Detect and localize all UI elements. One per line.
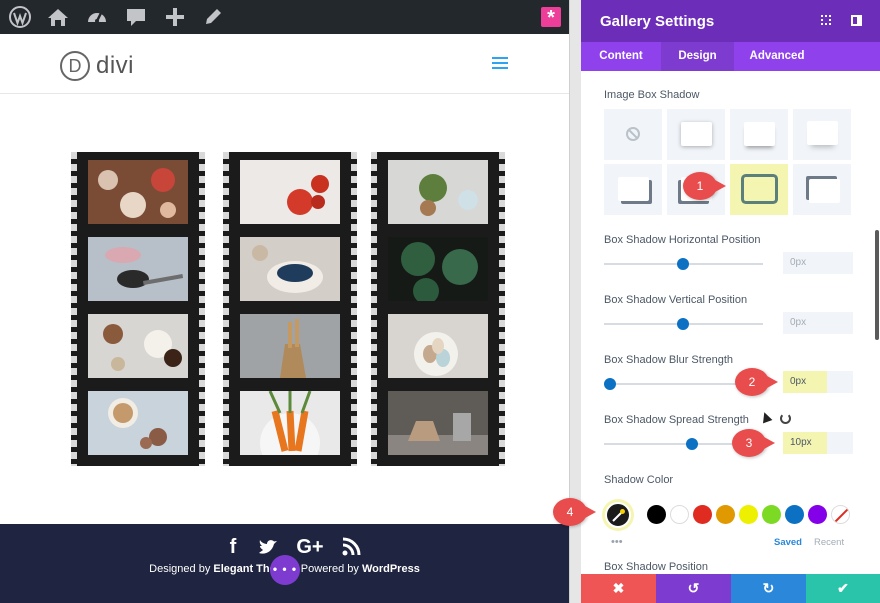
vertical-position-slider[interactable]: [604, 318, 763, 330]
gallery-image[interactable]: [240, 160, 340, 224]
swatch-purple[interactable]: [808, 505, 827, 524]
panel-title: Gallery Settings: [600, 13, 715, 30]
step-marker-3: 3: [732, 429, 775, 457]
panel-action-bar: ✖ ↺ ↻ ✔: [581, 574, 880, 603]
site-header: D divi: [0, 34, 569, 94]
horizontal-position-label: Box Shadow Horizontal Position: [604, 234, 761, 246]
vertical-position-input[interactable]: 0px: [783, 312, 853, 334]
swatch-transparent-icon[interactable]: [831, 505, 850, 524]
horizontal-position-input[interactable]: 0px: [783, 252, 853, 274]
shadow-preset-none[interactable]: [604, 109, 662, 160]
gallery-column-2: [223, 152, 357, 466]
gallery-image[interactable]: [240, 237, 340, 301]
credit-platform-link[interactable]: WordPress: [362, 563, 420, 575]
shadow-color-label: Shadow Color: [604, 474, 674, 486]
gallery-image[interactable]: [88, 160, 188, 224]
gallery-image[interactable]: [240, 391, 340, 455]
panel-scrollbar[interactable]: [875, 230, 879, 340]
logo-mark[interactable]: D: [60, 51, 90, 81]
wordpress-icon[interactable]: [9, 6, 31, 28]
shadow-preset-6-selected[interactable]: [730, 164, 788, 215]
redo-button[interactable]: ↻: [731, 574, 806, 603]
builder-badge-icon[interactable]: *: [541, 7, 561, 29]
discard-button[interactable]: ✖: [581, 574, 656, 603]
step-marker-1: 1: [683, 172, 726, 200]
blur-strength-label: Box Shadow Blur Strength: [604, 354, 734, 366]
add-new-icon[interactable]: [164, 6, 186, 28]
site-icon[interactable]: [47, 6, 69, 28]
swatch-black[interactable]: [647, 505, 666, 524]
gallery-image[interactable]: [388, 391, 488, 455]
color-more-button[interactable]: •••: [611, 536, 623, 548]
swatch-yellow[interactable]: [739, 505, 758, 524]
edit-icon[interactable]: [202, 6, 224, 28]
facebook-icon[interactable]: f: [222, 536, 244, 558]
step-marker-4: 4: [553, 498, 596, 526]
shadow-preset-3[interactable]: [793, 109, 851, 160]
comments-icon[interactable]: [125, 6, 147, 28]
swatch-red[interactable]: [693, 505, 712, 524]
shadow-preset-7[interactable]: [793, 164, 851, 215]
swatch-orange[interactable]: [716, 505, 735, 524]
twitter-icon[interactable]: [257, 536, 279, 558]
dashboard-icon[interactable]: [86, 6, 108, 28]
gallery-column-3: [371, 152, 505, 466]
vertical-position-label: Box Shadow Vertical Position: [604, 294, 748, 306]
undo-button[interactable]: ↺: [656, 574, 731, 603]
color-picker-icon[interactable]: [605, 502, 631, 528]
settings-panel: Gallery Settings Content Design Advanced…: [553, 0, 880, 603]
menu-hamburger-icon[interactable]: [492, 57, 510, 69]
dock-icon[interactable]: [851, 15, 862, 26]
panel-tabs: Content Design Advanced: [581, 42, 880, 71]
color-tab-saved[interactable]: Saved: [774, 537, 802, 548]
shadow-preset-2[interactable]: [730, 109, 788, 160]
image-box-shadow-label: Image Box Shadow: [604, 89, 700, 101]
google-plus-icon[interactable]: G+: [294, 536, 326, 558]
blur-strength-input[interactable]: 0px: [783, 371, 853, 393]
gallery-image[interactable]: [88, 237, 188, 301]
gallery-image[interactable]: [240, 314, 340, 378]
tab-content[interactable]: Content: [581, 42, 661, 71]
spread-strength-label: Box Shadow Spread Strength: [604, 414, 749, 426]
fullscreen-icon[interactable]: [821, 15, 831, 25]
shadow-preset-4[interactable]: [604, 164, 662, 215]
gallery-image[interactable]: [388, 314, 488, 378]
swatch-white[interactable]: [670, 505, 689, 524]
logo-name[interactable]: divi: [96, 52, 134, 80]
more-options-button[interactable]: • • •: [270, 555, 300, 585]
gallery-column-1: [71, 152, 205, 466]
shadow-preset-1[interactable]: [667, 109, 725, 160]
admin-bar: *: [0, 0, 569, 34]
color-tab-recent[interactable]: Recent: [814, 537, 844, 548]
rss-icon[interactable]: [340, 536, 362, 558]
horizontal-position-slider[interactable]: [604, 258, 763, 270]
box-shadow-position-label: Box Shadow Position: [604, 561, 708, 573]
step-marker-2: 2: [735, 368, 778, 396]
save-button[interactable]: ✔: [806, 574, 880, 603]
tab-advanced[interactable]: Advanced: [734, 42, 820, 71]
tab-design[interactable]: Design: [661, 42, 734, 71]
gallery-image[interactable]: [88, 314, 188, 378]
gallery-image[interactable]: [388, 237, 488, 301]
spread-strength-input[interactable]: 10px: [783, 432, 853, 454]
cursor-icon: [759, 410, 773, 424]
gallery-image[interactable]: [388, 160, 488, 224]
reset-icon[interactable]: [780, 413, 791, 424]
swatch-green[interactable]: [762, 505, 781, 524]
panel-header: Gallery Settings: [581, 0, 880, 42]
credit-brand-link[interactable]: Elegant The: [213, 563, 275, 575]
swatch-blue[interactable]: [785, 505, 804, 524]
gallery-image[interactable]: [88, 391, 188, 455]
